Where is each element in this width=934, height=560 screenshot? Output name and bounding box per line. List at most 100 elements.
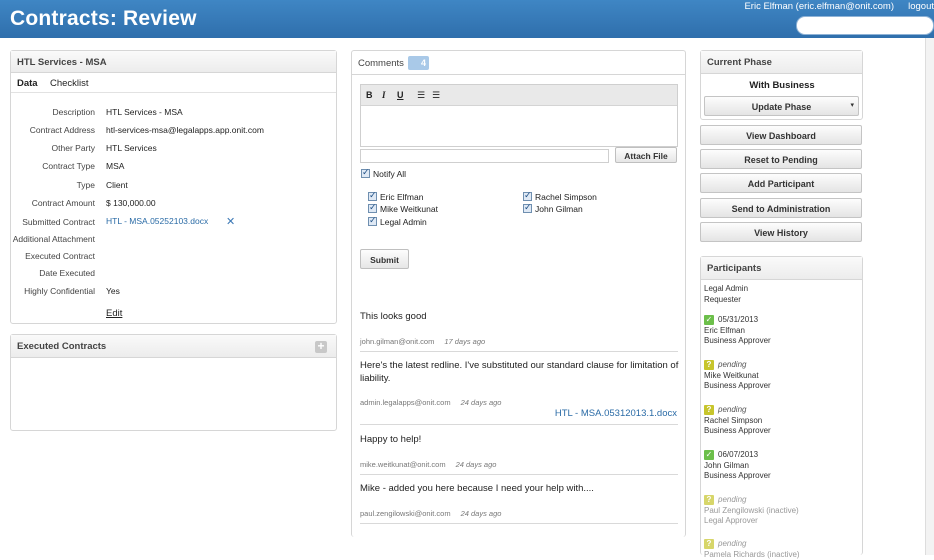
submitted-contract-link[interactable]: HTL - MSA.05252103.docx [106, 216, 208, 226]
underline-button[interactable]: U [397, 90, 404, 100]
tab-checklist[interactable]: Checklist [50, 78, 89, 89]
divider [360, 351, 678, 352]
comment-meta: admin.legalapps@onit.com 24 days ago [360, 398, 501, 407]
pending-question-icon: ? [704, 495, 714, 505]
current-phase-title: Current Phase [701, 51, 862, 74]
checkbox[interactable] [368, 190, 377, 201]
field-value: Yes [106, 286, 120, 296]
view-history-button[interactable]: View History [700, 222, 862, 242]
bullet-list-icon[interactable]: ☰ [432, 90, 440, 101]
bold-button[interactable]: B [366, 90, 373, 100]
notify-all-checkbox[interactable]: Notify All [361, 167, 406, 179]
participant-item: ? pending Paul Zengilowski (inactive) Leg… [704, 495, 799, 527]
field-value: $ 130,000.00 [106, 198, 156, 208]
field-label: Highly Confidential [24, 286, 95, 296]
participant-role: Business Approver [704, 381, 771, 391]
recipient-label: Eric Elfman [380, 192, 424, 202]
participant-status: 05/31/2013 [718, 315, 759, 325]
executed-contracts-panel: Executed Contracts + [10, 334, 337, 431]
field-label: Other Party [51, 143, 95, 153]
comment-time: 17 days ago [444, 337, 486, 346]
participant-item: ✓ 05/31/2013 Eric Elfman Business Approve… [704, 315, 771, 347]
participant-item: ? pending Rachel Simpson Business Approve… [704, 405, 771, 437]
plus-icon[interactable]: + [315, 340, 327, 353]
update-phase-label: Update Phase [751, 102, 812, 112]
numbered-list-icon[interactable]: ☰ [417, 90, 425, 101]
page-title: Contracts: Review [10, 7, 197, 30]
recipient-checkbox[interactable]: Legal Admin [368, 215, 427, 227]
update-phase-button[interactable]: Update Phase ▾ [704, 96, 859, 116]
comments-panel: Comments 4 B I U ☰ ☰ Attach File Notify … [351, 50, 686, 537]
send-to-administration-button[interactable]: Send to Administration [700, 198, 862, 218]
recipient-label: John Gilman [535, 204, 583, 214]
page-scrollbar[interactable] [925, 38, 934, 555]
comment-text: Happy to help! [360, 434, 422, 445]
attach-file-button[interactable]: Attach File [615, 147, 677, 163]
participant-name: Mike Weitkunat [704, 370, 759, 380]
submit-button[interactable]: Submit [360, 249, 409, 269]
participant-name: Rachel Simpson [704, 415, 763, 425]
field-label: Contract Amount [31, 198, 95, 208]
remove-icon[interactable]: ✕ [226, 215, 235, 228]
field-contract-amount: Contract Amount $ 130,000.00 [11, 198, 333, 212]
logout-link[interactable]: logout [908, 1, 934, 12]
field-value: HTL Services - MSA [106, 107, 183, 117]
participant-role: Business Approver [704, 426, 771, 436]
checkbox[interactable] [523, 202, 532, 213]
field-value: Client [106, 180, 128, 190]
recipient-checkbox[interactable]: Rachel Simpson [523, 190, 597, 202]
attach-file-input[interactable] [360, 149, 609, 163]
field-value: HTL Services [106, 143, 157, 153]
participant-role: Business Approver [704, 336, 771, 346]
field-label: Additional Attachment [12, 234, 95, 244]
comment-editor[interactable]: B I U ☰ ☰ [360, 84, 678, 147]
comment-time: 24 days ago [460, 398, 502, 407]
participant-item: ? pending Mike Weitkunat Business Approve… [704, 360, 771, 392]
field-submitted-contract: Submitted Contract HTL - MSA.05252103.do… [11, 216, 333, 230]
view-dashboard-button[interactable]: View Dashboard [700, 125, 862, 145]
field-date-executed: Date Executed [11, 268, 333, 282]
tab-data[interactable]: Data [17, 78, 38, 89]
add-participant-button[interactable]: Add Participant [700, 173, 862, 193]
recipient-checkbox[interactable]: John Gilman [523, 202, 583, 214]
approved-check-icon: ✓ [704, 315, 714, 325]
participant-role: Requester [704, 294, 741, 304]
participant-role: Business Approver [704, 471, 771, 481]
search-input[interactable] [796, 16, 934, 35]
edit-link[interactable]: Edit [106, 308, 122, 319]
field-label: Submitted Contract [22, 217, 95, 227]
checkbox[interactable] [361, 167, 370, 178]
italic-button[interactable]: I [382, 90, 386, 100]
contract-tabs: Data Checklist [11, 73, 336, 93]
comment-text: Here's the latest redline. I've substitu… [360, 360, 679, 384]
participant-name: Paul Zengilowski (inactive) [704, 505, 799, 515]
user-info: Eric Elfman (eric.elfman@onit.com) [744, 1, 894, 12]
field-type: Type Client [11, 180, 333, 194]
field-highly-confidential: Highly Confidential Yes [11, 286, 333, 300]
field-other-party: Other Party HTL Services [11, 143, 333, 157]
field-value: MSA [106, 161, 125, 171]
participant-name: Legal Admin [704, 284, 749, 293]
field-label: Contract Address [29, 125, 95, 135]
divider [360, 424, 678, 425]
field-value: htl-services-msa@legalapps.app.onit.com [106, 125, 264, 135]
comment-author: mike.weitkunat@onit.com [360, 460, 446, 469]
checkbox[interactable] [368, 202, 377, 213]
checkbox[interactable] [368, 215, 377, 226]
recipient-checkbox[interactable]: Mike Weitkunat [368, 202, 438, 214]
reset-to-pending-button[interactable]: Reset to Pending [700, 149, 862, 169]
chevron-down-icon: ▾ [850, 102, 854, 109]
checkbox[interactable] [523, 190, 532, 201]
comment-text: This looks good [360, 311, 427, 322]
participants-title: Participants [701, 257, 862, 280]
field-label: Description [52, 107, 95, 117]
field-contract-type: Contract Type MSA [11, 161, 333, 175]
contract-panel: HTL Services - MSA Data Checklist Descri… [10, 50, 337, 324]
recipient-checkbox[interactable]: Eric Elfman [368, 190, 424, 202]
comment-author: john.gilman@onit.com [360, 337, 435, 346]
participant-item: ? pending Pamela Richards (inactive) [704, 539, 800, 560]
comment-attachment-link[interactable]: HTL - MSA.05312013.1.docx [555, 408, 677, 419]
pending-question-icon: ? [704, 539, 714, 549]
current-phase-value: With Business [749, 80, 815, 91]
contract-title: HTL Services - MSA [11, 51, 336, 73]
